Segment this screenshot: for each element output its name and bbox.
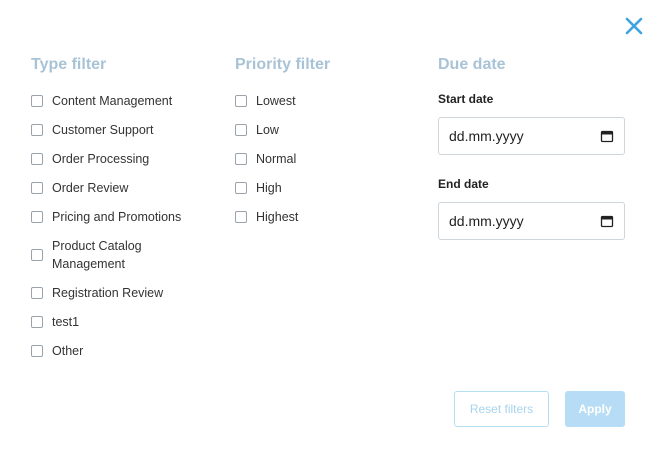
priority-filter-checkbox[interactable] (235, 95, 247, 107)
priority-filter-section: Priority filter Lowest Low Normal High Highe… (235, 54, 415, 237)
priority-filter-option[interactable]: Normal (235, 150, 415, 168)
close-icon (625, 17, 643, 35)
priority-filter-option-label: Normal (256, 152, 297, 166)
due-date-title: Due date (438, 56, 506, 73)
priority-filter-checkbox[interactable] (235, 211, 247, 223)
type-filter-section: Type filter Content Management Customer S… (31, 54, 221, 371)
start-date-value: dd.mm.yyyy (449, 128, 524, 144)
type-filter-option-label: Content Management (52, 94, 173, 108)
type-filter-option-label: Other (52, 344, 84, 358)
priority-filter-option[interactable]: High (235, 179, 415, 197)
calendar-icon[interactable] (600, 129, 614, 143)
priority-filter-option-label: Highest (256, 210, 299, 224)
type-filter-option[interactable]: Content Management (31, 92, 221, 110)
type-filter-option-label: Pricing and Promotions (52, 210, 182, 224)
type-filter-option[interactable]: Other (31, 342, 221, 360)
type-filter-checkbox[interactable] (31, 211, 43, 223)
priority-filter-checkbox[interactable] (235, 182, 247, 194)
priority-filter-option-label: Lowest (256, 94, 296, 108)
priority-filter-option-label: Low (256, 123, 279, 137)
type-filter-option[interactable]: Order Review (31, 179, 221, 197)
type-filter-option-label: Customer Support (52, 123, 154, 137)
priority-filter-option[interactable]: Low (235, 121, 415, 139)
type-filter-checkbox[interactable] (31, 249, 43, 261)
type-filter-option[interactable]: Product Catalog Management (31, 237, 221, 273)
priority-filter-option[interactable]: Highest (235, 208, 415, 226)
type-filter-checkbox[interactable] (31, 153, 43, 165)
priority-filter-title: Priority filter (235, 56, 331, 73)
type-filter-checkbox[interactable] (31, 316, 43, 328)
type-filter-option[interactable]: test1 (31, 313, 221, 331)
type-filter-checkbox[interactable] (31, 124, 43, 136)
type-filter-checkbox[interactable] (31, 287, 43, 299)
calendar-icon[interactable] (600, 214, 614, 228)
close-button[interactable] (622, 14, 646, 38)
type-filter-option[interactable]: Registration Review (31, 284, 221, 302)
reset-filters-button[interactable]: Reset filters (454, 391, 549, 427)
end-date-value: dd.mm.yyyy (449, 213, 524, 229)
end-date-input[interactable]: dd.mm.yyyy (438, 202, 625, 240)
priority-filter-option-label: High (256, 181, 282, 195)
type-filter-option[interactable]: Pricing and Promotions (31, 208, 221, 226)
type-filter-checkbox[interactable] (31, 95, 43, 107)
type-filter-checkbox[interactable] (31, 345, 43, 357)
due-date-section: Due date Start date dd.mm.yyyy End date … (438, 54, 628, 262)
type-filter-option-label: Order Processing (52, 152, 150, 166)
priority-filter-checkbox[interactable] (235, 124, 247, 136)
type-filter-option-label: Registration Review (52, 286, 164, 300)
type-filter-title: Type filter (31, 56, 107, 73)
type-filter-option-label: Product Catalog Management (52, 239, 142, 271)
type-filter-option-label: test1 (52, 315, 80, 329)
apply-button[interactable]: Apply (565, 391, 625, 427)
priority-filter-option[interactable]: Lowest (235, 92, 415, 110)
start-date-input[interactable]: dd.mm.yyyy (438, 117, 625, 155)
priority-filter-checkbox[interactable] (235, 153, 247, 165)
start-date-label: Start date (438, 92, 494, 106)
type-filter-option-label: Order Review (52, 181, 129, 195)
end-date-label: End date (438, 177, 489, 191)
type-filter-option[interactable]: Order Processing (31, 150, 221, 168)
type-filter-option[interactable]: Customer Support (31, 121, 221, 139)
type-filter-checkbox[interactable] (31, 182, 43, 194)
